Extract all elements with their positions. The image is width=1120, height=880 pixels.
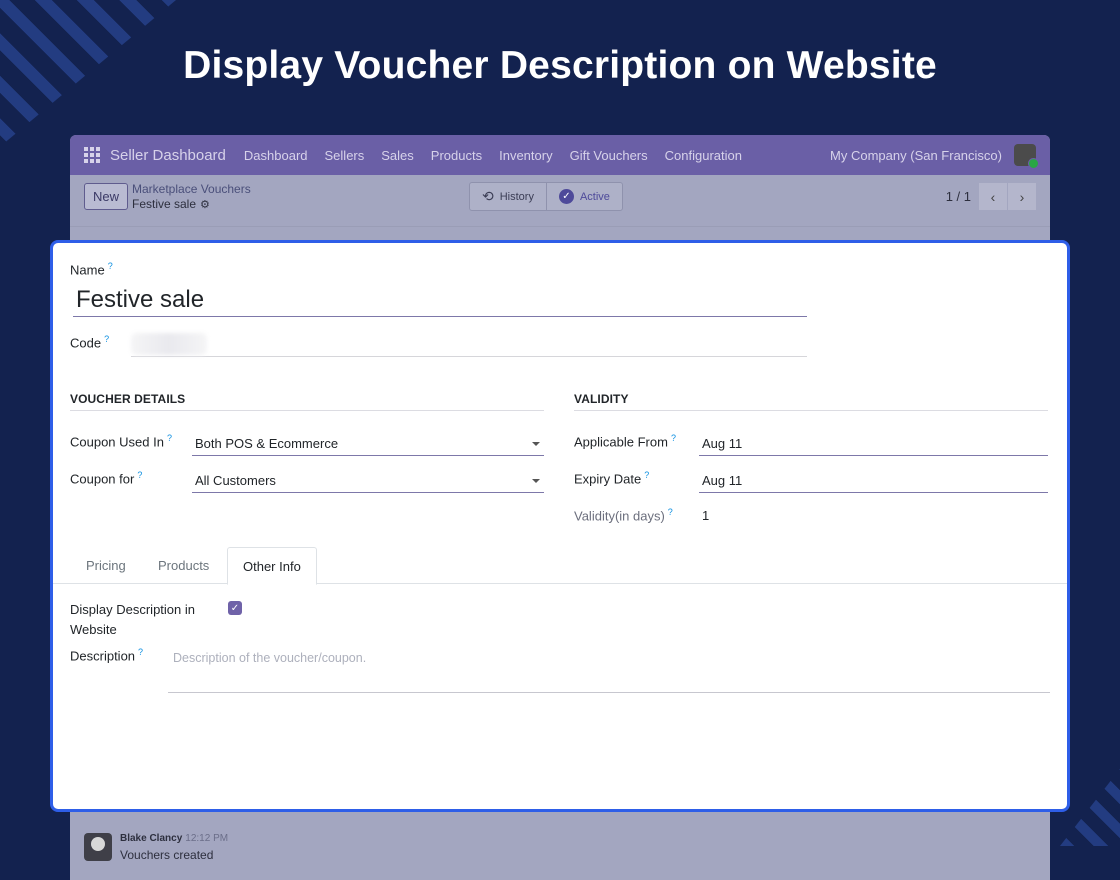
chatter-author: Blake Clancy xyxy=(120,833,183,844)
help-icon[interactable]: ? xyxy=(668,507,673,517)
chatter-body: Vouchers created xyxy=(120,848,214,862)
nav-item-dashboard[interactable]: Dashboard xyxy=(244,148,308,163)
check-icon: ✓ xyxy=(230,602,240,614)
tab-pricing[interactable]: Pricing xyxy=(71,547,141,584)
coupon-used-in-label: Coupon Used In? xyxy=(70,433,172,449)
status-button-group: ⟲ History ✓ Active xyxy=(469,182,623,211)
expiry-date-label-text: Expiry Date xyxy=(574,471,642,487)
chatter-time: 12:12 PM xyxy=(185,833,229,844)
control-panel: New Marketplace Vouchers Festive sale ⚙ ⟲… xyxy=(70,175,1050,227)
new-button[interactable]: New xyxy=(84,183,129,210)
display-description-checkbox[interactable]: ✓ xyxy=(228,601,242,615)
display-description-label-line2: Website xyxy=(70,622,117,637)
tab-products[interactable]: Products xyxy=(143,547,224,584)
tab-other-info[interactable]: Other Info xyxy=(227,547,317,585)
applicable-from-label: Applicable From? xyxy=(574,433,676,449)
top-navbar: Seller Dashboard Dashboard Sellers Sales… xyxy=(70,135,1050,175)
voucher-form-card: Name? Festive sale Code? VOUCHER DETAILS… xyxy=(50,240,1070,812)
validity-days-label-text: Validity(in days) xyxy=(574,508,665,524)
validity-title: VALIDITY xyxy=(574,392,1048,411)
nav-item-gift-vouchers[interactable]: Gift Vouchers xyxy=(570,148,648,163)
user-avatar[interactable] xyxy=(1014,144,1039,169)
name-label-text: Name xyxy=(70,262,105,278)
display-description-label: Display Description in Website xyxy=(70,600,195,640)
applicable-from-label-text: Applicable From xyxy=(574,434,668,450)
coupon-for-value: All Customers xyxy=(195,473,276,488)
chevron-right-icon: › xyxy=(1019,188,1025,205)
active-label: Active xyxy=(579,190,610,203)
coupon-for-label-text: Coupon for xyxy=(70,471,135,487)
expiry-date-label: Expiry Date? xyxy=(574,470,649,486)
check-circle-icon: ✓ xyxy=(558,189,574,204)
notebook-tabs: Pricing Products Other Info xyxy=(53,547,1067,585)
record-title-text: Festive sale xyxy=(132,197,197,211)
help-icon[interactable]: ? xyxy=(167,433,172,443)
coupon-for-label: Coupon for? xyxy=(70,470,142,486)
nav-item-configuration[interactable]: Configuration xyxy=(665,148,742,163)
nav-item-products[interactable]: Products xyxy=(431,148,482,163)
help-icon[interactable]: ? xyxy=(138,647,143,657)
help-icon[interactable]: ? xyxy=(108,261,113,271)
coupon-used-in-value: Both POS & Ecommerce xyxy=(195,436,339,451)
record-title: Festive sale ⚙ xyxy=(132,197,210,211)
display-description-label-line1: Display Description in xyxy=(70,602,195,617)
coupon-used-in-select[interactable]: Both POS & Ecommerce xyxy=(192,432,544,456)
help-icon[interactable]: ? xyxy=(137,470,142,480)
code-label: Code? xyxy=(70,334,109,350)
nav-brand[interactable]: Seller Dashboard xyxy=(110,147,226,164)
code-label-text: Code xyxy=(70,335,102,351)
coupon-used-in-label-text: Coupon Used In xyxy=(70,434,164,450)
nav-item-sales[interactable]: Sales xyxy=(381,148,414,163)
description-label-text: Description xyxy=(70,648,136,664)
apps-grid-icon[interactable] xyxy=(84,147,100,163)
history-icon: ⟲ xyxy=(482,188,494,204)
company-switcher[interactable]: My Company (San Francisco) xyxy=(830,148,1002,163)
nav-item-inventory[interactable]: Inventory xyxy=(499,148,552,163)
nav-item-sellers[interactable]: Sellers xyxy=(325,148,365,163)
chatter-author-line: Blake Clancy 12:12 PM xyxy=(120,833,228,844)
applicable-from-input[interactable]: Aug 11 xyxy=(699,432,1048,456)
active-button[interactable]: ✓ Active xyxy=(545,183,622,210)
pager-next-button[interactable]: › xyxy=(1008,183,1036,210)
caret-down-icon xyxy=(532,479,540,483)
code-input[interactable] xyxy=(131,331,807,357)
validity-days-label: Validity(in days)? xyxy=(574,507,673,523)
pager-previous-button[interactable]: ‹ xyxy=(979,183,1007,210)
voucher-details-title: VOUCHER DETAILS xyxy=(70,392,544,411)
help-icon[interactable]: ? xyxy=(644,470,649,480)
coupon-for-select[interactable]: All Customers xyxy=(192,469,544,493)
name-label: Name? xyxy=(70,261,113,277)
help-icon[interactable]: ? xyxy=(104,334,109,344)
gear-icon[interactable]: ⚙ xyxy=(200,199,210,211)
pager: 1 / 1 ‹ › xyxy=(946,183,1036,210)
help-icon[interactable]: ? xyxy=(671,433,676,443)
history-label: History xyxy=(499,190,534,203)
name-input[interactable]: Festive sale xyxy=(73,283,807,317)
expiry-date-input[interactable]: Aug 11 xyxy=(699,469,1048,493)
history-button[interactable]: ⟲ History xyxy=(470,183,546,210)
chatter-message: Blake Clancy 12:12 PM Vouchers created xyxy=(84,833,228,862)
pager-value[interactable]: 1 / 1 xyxy=(946,189,971,204)
breadcrumb[interactable]: Marketplace Vouchers xyxy=(132,182,251,196)
code-blurred-value xyxy=(131,333,207,355)
chevron-left-icon: ‹ xyxy=(990,188,996,205)
caret-down-icon xyxy=(532,442,540,446)
description-input[interactable]: Description of the voucher/coupon. xyxy=(168,645,1050,693)
hero-title: Display Voucher Description on Website xyxy=(183,44,937,87)
validity-days-value: 1 xyxy=(702,508,710,523)
author-avatar xyxy=(84,833,112,861)
description-label: Description? xyxy=(70,647,143,663)
